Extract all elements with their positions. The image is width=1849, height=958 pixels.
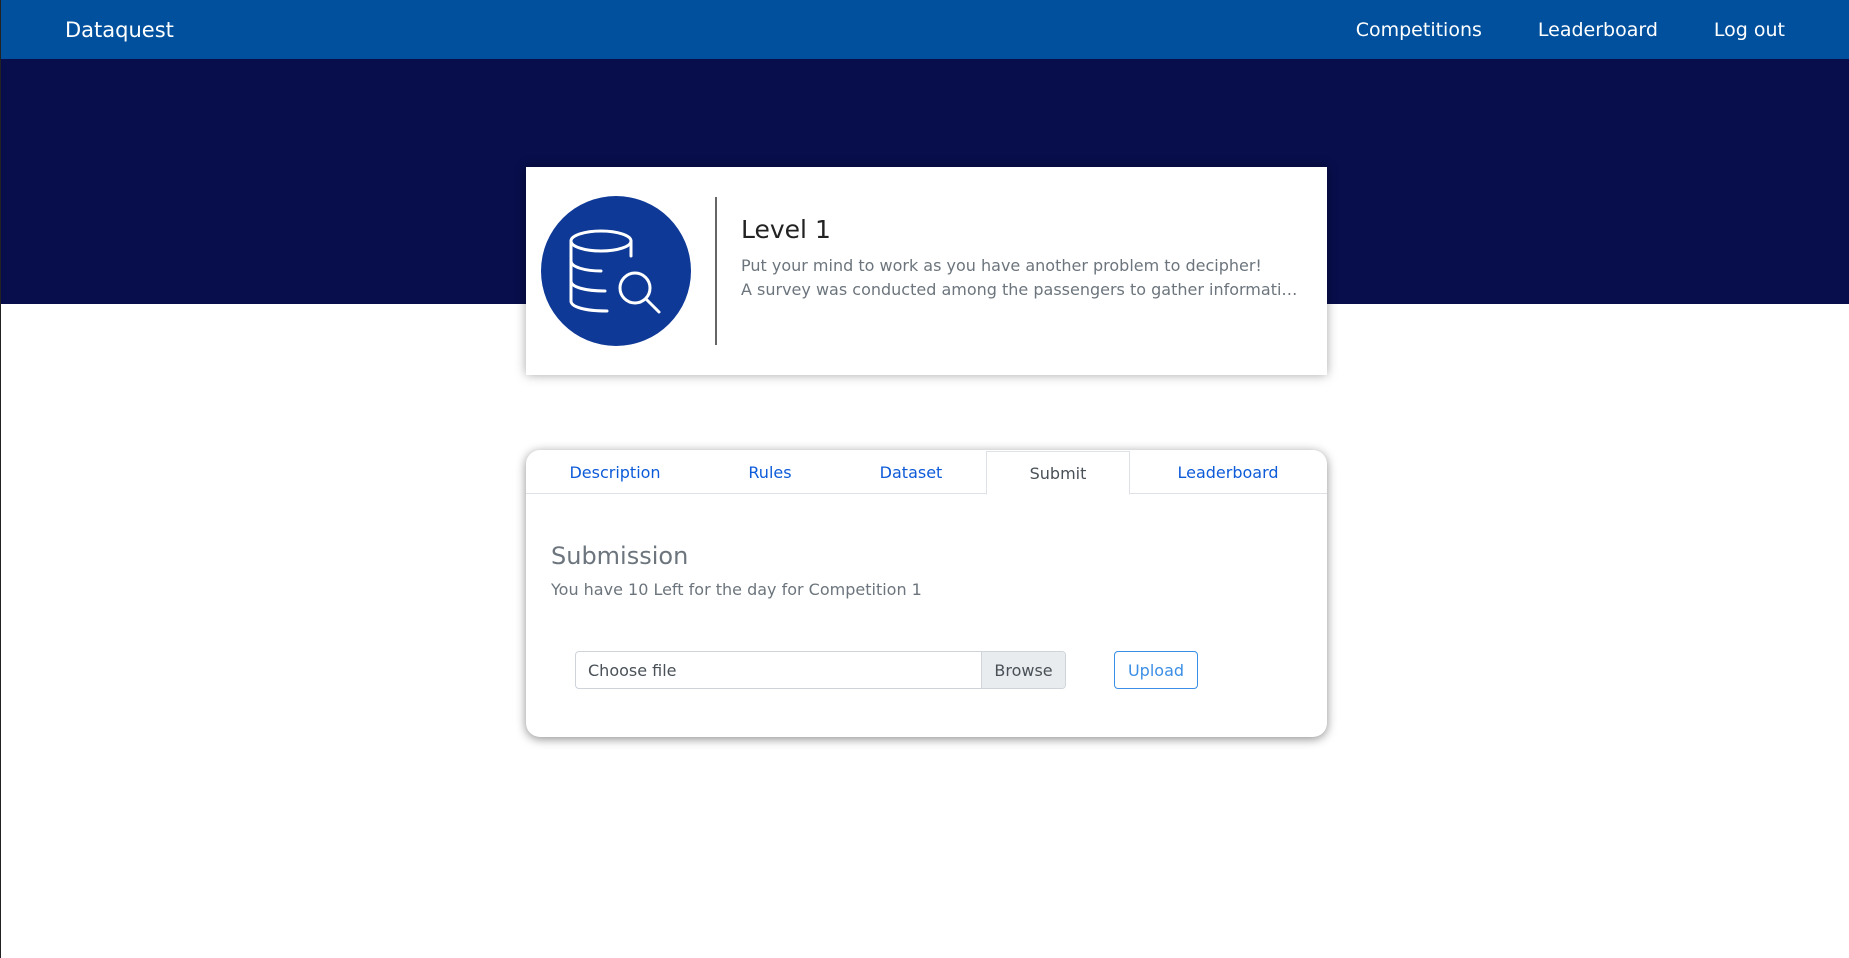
level-title: Level 1: [741, 215, 831, 244]
submission-remaining-text: You have 10 Left for the day for Competi…: [551, 580, 922, 599]
level-text: Level 1 Put your mind to work as you hav…: [741, 215, 1306, 302]
page: Dataquest Competitions Leaderboard Log o…: [0, 0, 1849, 958]
top-navbar: Dataquest Competitions Leaderboard Log o…: [1, 0, 1849, 59]
tab-submit[interactable]: Submit: [986, 451, 1130, 495]
level-card: Level 1 Put your mind to work as you hav…: [526, 167, 1327, 375]
file-input[interactable]: Choose file Browse: [575, 651, 1066, 689]
level-description-line-1: Put your mind to work as you have anothe…: [741, 256, 1262, 275]
nav-link-leaderboard[interactable]: Leaderboard: [1538, 19, 1658, 41]
tab-dataset[interactable]: Dataset: [836, 451, 986, 494]
browse-button[interactable]: Browse: [981, 652, 1065, 688]
tab-description[interactable]: Description: [526, 451, 704, 494]
submission-card: Description Rules Dataset Submit Leaderb…: [526, 450, 1327, 737]
submission-body: Submission You have 10 Left for the day …: [526, 494, 1327, 691]
nav-links: Competitions Leaderboard Log out: [1300, 19, 1785, 41]
nav-link-competitions[interactable]: Competitions: [1356, 19, 1482, 41]
level-divider: [715, 197, 717, 345]
upload-button[interactable]: Upload: [1114, 651, 1198, 689]
submission-title: Submission: [551, 542, 689, 570]
nav-link-logout[interactable]: Log out: [1714, 19, 1785, 41]
file-input-label: Choose file: [588, 660, 677, 680]
tab-leaderboard[interactable]: Leaderboard: [1130, 451, 1326, 494]
database-search-icon: [541, 196, 691, 346]
upload-row: Choose file Browse Upload: [551, 651, 1302, 691]
level-description-line-2: A survey was conducted among the passeng…: [741, 280, 1306, 299]
tab-rules[interactable]: Rules: [704, 451, 836, 494]
brand-link[interactable]: Dataquest: [65, 18, 174, 42]
tab-bar: Description Rules Dataset Submit Leaderb…: [526, 451, 1327, 495]
